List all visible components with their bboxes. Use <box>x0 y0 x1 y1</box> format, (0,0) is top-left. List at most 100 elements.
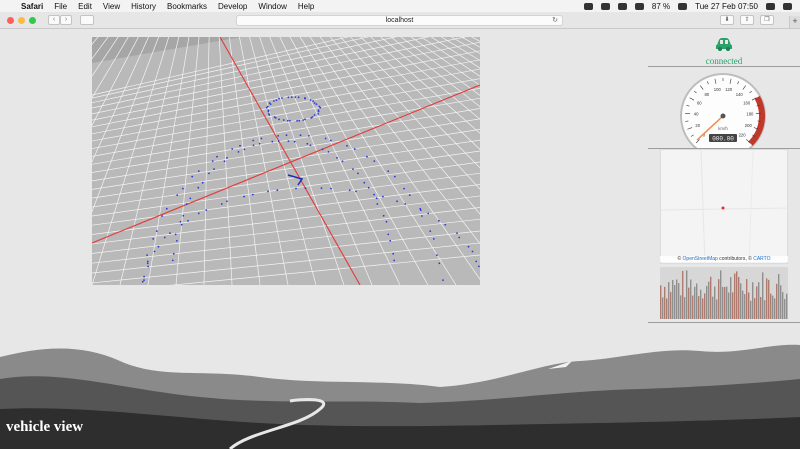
speedometer-unit: km/h <box>718 126 728 131</box>
scan-point <box>458 236 461 239</box>
scan-point <box>357 172 359 175</box>
scan-point <box>304 97 306 100</box>
scan-point <box>385 220 388 223</box>
sidebar-toggle-button[interactable] <box>80 15 94 25</box>
map-view[interactable] <box>660 149 790 266</box>
scan-point <box>313 114 316 116</box>
history-bar <box>770 293 772 319</box>
scan-point <box>276 189 279 192</box>
scan-point <box>438 262 441 265</box>
scan-point <box>216 155 218 158</box>
address-bar[interactable]: localhost ↻ <box>236 15 563 26</box>
scan-point <box>282 119 285 121</box>
battery-percent[interactable]: 87 % <box>652 2 670 11</box>
menu-file[interactable]: File <box>54 2 67 11</box>
scan-point <box>287 140 290 143</box>
openstreetmap-link[interactable]: OpenStreetMap <box>683 256 718 262</box>
scan-point <box>393 259 396 262</box>
history-bar <box>746 279 748 319</box>
history-bar <box>662 297 664 319</box>
app-menu[interactable]: Safari <box>21 2 43 11</box>
new-tab-button[interactable]: + <box>789 16 800 28</box>
scan-point <box>290 96 293 98</box>
scan-point <box>180 223 183 226</box>
history-bar <box>724 286 726 319</box>
scan-point <box>375 197 378 200</box>
scan-point <box>421 215 423 217</box>
history-bar <box>764 300 766 319</box>
scan-point <box>146 260 149 263</box>
scan-point <box>208 172 210 175</box>
speedometer-tick-label: 80 <box>704 92 709 97</box>
connection-status-label: connected <box>705 56 743 66</box>
scan-point <box>373 193 375 196</box>
history-bar <box>748 292 750 319</box>
notification-center-icon[interactable] <box>783 2 792 10</box>
scan-point <box>341 160 344 163</box>
clock[interactable]: Tue 27 Feb 07:50 <box>695 2 758 11</box>
scan-point <box>408 194 411 197</box>
scan-point <box>320 187 323 190</box>
minimize-window-button[interactable] <box>18 16 25 24</box>
history-bar <box>666 298 668 319</box>
forward-button[interactable]: › <box>60 15 72 25</box>
scan-point <box>277 140 280 143</box>
close-window-button[interactable] <box>7 16 14 24</box>
scan-point <box>285 134 288 137</box>
battery-icon[interactable] <box>678 2 688 10</box>
share-button[interactable]: ⇧ <box>740 15 754 25</box>
dropbox-icon[interactable] <box>600 2 610 10</box>
scan-point <box>329 139 332 142</box>
history-bar <box>704 293 706 319</box>
carto-link[interactable]: CARTO <box>753 256 770 262</box>
tabs-overview-button[interactable]: ❐ <box>760 15 774 25</box>
scan-point <box>293 140 296 143</box>
spotlight-icon[interactable] <box>766 2 775 10</box>
scan-point <box>231 148 234 150</box>
scan-point <box>355 190 357 193</box>
scan-point <box>471 250 474 253</box>
menu-edit[interactable]: Edit <box>78 2 92 11</box>
page-caption: vehicle view <box>6 419 84 435</box>
scan-point <box>475 260 478 263</box>
cloud-icon[interactable] <box>583 2 593 10</box>
scan-point <box>281 97 283 99</box>
scan-point <box>201 181 204 184</box>
scan-point <box>367 186 370 189</box>
scan-point <box>273 100 275 102</box>
scan-point <box>298 119 301 122</box>
back-button[interactable]: ‹ <box>48 15 60 25</box>
history-bar <box>732 292 734 319</box>
zoom-window-button[interactable] <box>29 16 36 24</box>
point-cloud-viewer[interactable] <box>92 37 480 285</box>
menu-help[interactable]: Help <box>298 2 314 11</box>
scan-point <box>152 238 155 240</box>
scan-point <box>275 99 278 101</box>
downloads-button[interactable]: ⬇ <box>720 15 734 25</box>
scan-point <box>387 233 390 236</box>
scan-point <box>237 151 240 153</box>
reload-icon[interactable]: ↻ <box>552 16 558 25</box>
scan-point <box>165 207 168 210</box>
scan-point <box>306 142 309 145</box>
scan-point <box>376 203 379 205</box>
scan-point <box>392 252 395 255</box>
menu-bookmarks[interactable]: Bookmarks <box>167 2 207 11</box>
wifi-icon[interactable] <box>617 2 627 10</box>
history-bar <box>714 286 716 319</box>
panel-divider <box>648 322 800 323</box>
history-bar <box>728 292 730 319</box>
scan-point <box>304 187 307 190</box>
volume-icon[interactable] <box>634 2 644 10</box>
scan-point <box>153 250 156 253</box>
menu-view[interactable]: View <box>103 2 120 11</box>
menu-history[interactable]: History <box>131 2 156 11</box>
scan-point <box>267 190 269 193</box>
scan-point <box>141 280 144 283</box>
speedometer-tick-label: 100 <box>714 87 722 92</box>
history-bars <box>660 267 788 319</box>
scan-point <box>319 106 322 109</box>
scan-point <box>271 140 274 143</box>
menu-window[interactable]: Window <box>258 2 286 11</box>
menu-develop[interactable]: Develop <box>218 2 247 11</box>
